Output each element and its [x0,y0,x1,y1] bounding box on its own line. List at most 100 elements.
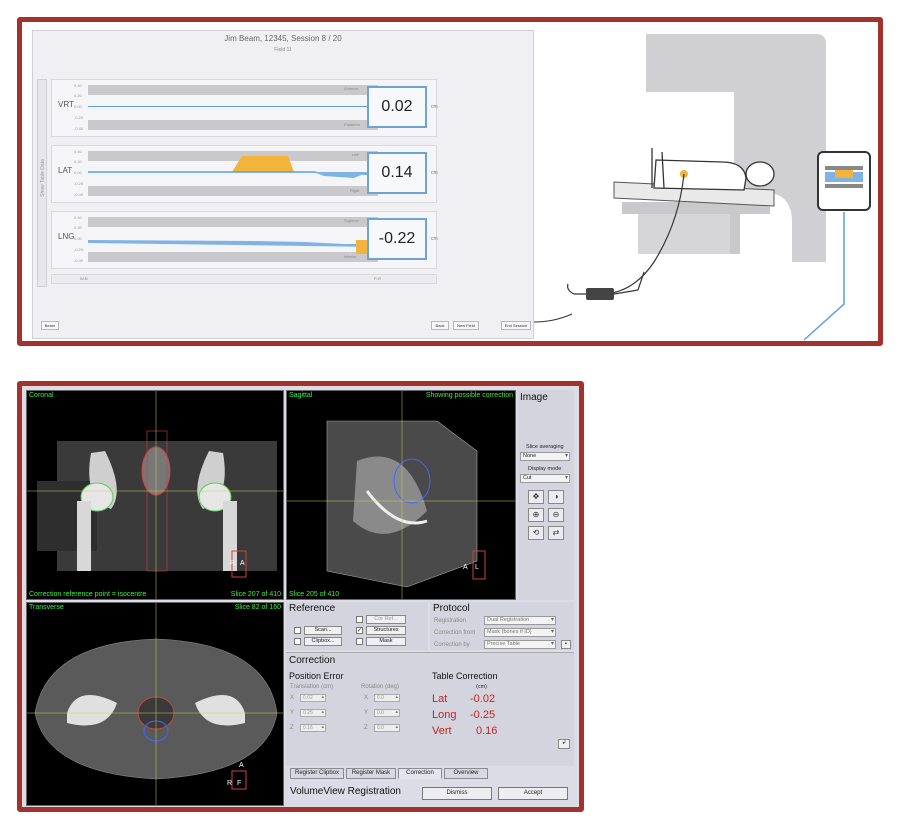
protocol-panel: Protocol Registration Dual Registration … [430,602,574,650]
registration-select[interactable]: Dual Registration [484,616,556,625]
sagittal-correction-note: Showing possible correction [425,392,513,399]
vrt-trace [88,106,378,107]
tab-overview[interactable]: Overview [444,768,488,779]
long-value: -0.25 [470,709,496,721]
beam-button[interactable]: Beam [41,321,59,330]
correction-by-select[interactable]: Precise Table [484,640,556,649]
translation-y-field[interactable]: 0.25 [300,709,326,717]
tab-register-clipbox[interactable]: Register Clipbox [290,768,344,779]
translation-x-field[interactable]: 0.02 [300,694,326,702]
lng-unit: cm [431,236,438,242]
lower-band [88,252,378,262]
tick-label: -0.40 [74,258,84,263]
monitor-band-bottom [825,184,863,188]
apply-arrow-icon[interactable]: ↲ [558,739,570,749]
vrt-trace-chart: 0.40 0.20 0.00 -0.20 -0.40 [74,83,378,131]
y-axis-label: Y [290,710,295,716]
upper-band [88,85,378,95]
mask-checkbox[interactable] [356,638,363,645]
transverse-image: A R F [27,603,283,805]
patient-body [653,159,747,191]
coronal-view[interactable]: Coronal R A Correction reference point =… [26,390,284,600]
table-correction-title: Table Correction [432,671,498,681]
measure-tool-icon[interactable]: ⇄ [548,526,564,540]
tab-correction[interactable]: Correction [398,768,442,779]
transverse-orient-r: R [227,780,232,787]
superior-tag: Superior [344,218,360,223]
cor-ref-checkbox[interactable] [356,616,363,623]
correction-title: Correction [289,655,336,666]
field-label: Field 11 [274,47,292,53]
transverse-slice-text: Slice 82 of 160 [234,604,281,611]
tick-label: 0.00 [74,236,83,241]
pan-tool-icon[interactable]: ✥ [528,490,544,504]
tick-label: -0.20 [74,247,84,252]
back-button[interactable]: Back [431,321,449,330]
tick-label: 0.40 [74,83,83,88]
lng-label: LNG [58,232,75,241]
motion-view-frame: Jim Beam, 12345, Session 8 / 20 Field 11… [17,17,883,346]
patient-session-title: Jim Beam, 12345, Session 8 / 20 [224,34,342,43]
correction-by-label: Correction by [434,642,470,648]
rotation-y-field[interactable]: 0.0 [374,709,400,717]
new-field-button[interactable]: New Field [453,321,479,330]
long-label: Long [432,709,457,721]
slice-averaging-select[interactable]: None [520,452,570,461]
floor-line [534,313,573,323]
rotate-tool-icon[interactable]: ⟲ [528,526,544,540]
zoom-out-icon[interactable]: ⊖ [548,508,564,522]
correction-from-label: Correction from [434,630,476,636]
sidebar-label: Show Table Data [40,159,46,197]
structures-button[interactable]: Structures [366,626,406,635]
tick-label: 0.20 [74,93,83,98]
lng-value: -0.22 [367,218,427,260]
coronal-slice-text: Slice 207 of 410 [230,591,281,598]
table-correction-unit: (cm) [476,684,487,690]
left-tag: Left [352,152,359,157]
protocol-lock-icon[interactable]: ▪ [561,640,571,649]
timeline-end-label: P-R [374,276,381,281]
lng-trace [88,240,378,247]
accept-button[interactable]: Accept [498,787,568,800]
tick-label: 0.20 [74,225,83,230]
cor-ref-button[interactable]: Cor Ref... [366,615,406,624]
timeline-bar[interactable]: W-B P-R [51,274,437,284]
show-table-data-toggle[interactable]: Show Table Data [37,79,47,287]
sagittal-slice-text: Slice 205 of 410 [289,591,340,598]
clipbox-button[interactable]: Clipbox... [304,637,342,646]
display-mode-select[interactable]: Cut [520,474,570,483]
vrt-label: VRT [58,100,74,109]
display-mode-label: Display mode [528,466,562,472]
rotation-z-field[interactable]: 0.0 [374,724,400,732]
image-panel-title: Image [520,392,548,403]
dismiss-button[interactable]: Dismiss [422,787,492,800]
lat-unit: cm [431,170,438,176]
transverse-view[interactable]: Transverse Slice 82 of 160 A R F [26,602,284,806]
translation-z-field[interactable]: 0.16 [300,724,326,732]
sagittal-view[interactable]: Sagittal Showing possible correction A L… [286,390,516,600]
timeline-start-label: W-B [80,276,88,281]
volumeview-frame: Coronal R A Correction reference point =… [17,381,584,812]
tab-register-mask[interactable]: Register Mask [346,768,396,779]
structures-checkbox[interactable]: ✓ [356,627,363,634]
mask-button[interactable]: Mask [366,637,406,646]
coronal-reference-text: Correction reference point = isocentre [29,591,147,598]
transverse-orient-f: F [237,780,241,787]
zoom-in-icon[interactable]: ⊕ [528,508,544,522]
correction-from-select[interactable]: Mask (bones if ID) [484,628,556,637]
tick-label: 0.00 [74,104,83,109]
scan-button[interactable]: Scan... [304,626,342,635]
lat-trace-chart: 0.40 0.20 0.00 -0.20 -0.40 [74,149,378,197]
window-level-tool-icon[interactable]: ◑ [548,490,564,504]
scan-checkbox[interactable] [294,627,301,634]
slice-averaging-label: Slice averaging [526,444,564,450]
clipbox-checkbox[interactable] [294,638,301,645]
lat-label: Lat [432,693,448,705]
rotation-x-field[interactable]: 0.0 [374,694,400,702]
rotation-label: Rotation (deg) [361,684,400,690]
tick-label: 0.00 [74,170,83,175]
inferior-tag: Inferior [344,254,357,259]
upper-band [88,217,378,227]
end-session-button[interactable]: End Session [501,321,531,330]
sagittal-title: Sagittal [289,392,313,399]
